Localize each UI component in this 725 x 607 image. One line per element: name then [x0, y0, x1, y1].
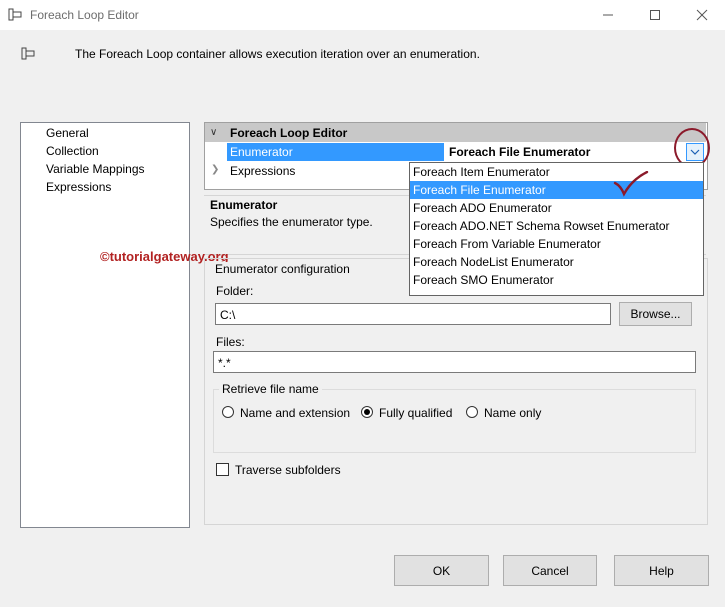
minimize-icon [603, 14, 613, 16]
window-title: Foreach Loop Editor [30, 8, 139, 22]
enumerator-label: Enumerator [230, 145, 293, 159]
header-description: The Foreach Loop container allows execut… [75, 47, 480, 61]
ok-button[interactable]: OK [394, 555, 489, 586]
nav-item-collection[interactable]: Collection [46, 144, 99, 158]
enumerator-property-name[interactable]: Enumerator [227, 143, 444, 161]
retrieve-file-name-legend: Retrieve file name [219, 382, 322, 396]
traverse-subfolders-checkbox[interactable] [216, 463, 229, 476]
files-label: Files: [216, 335, 245, 349]
configuration-legend: Enumerator configuration [213, 262, 352, 276]
files-input[interactable]: *.* [213, 351, 696, 373]
retrieve-file-name-group [213, 389, 696, 453]
close-icon [696, 9, 708, 21]
radio-label-fully-qualified[interactable]: Fully qualified [379, 406, 452, 420]
minimize-button[interactable] [585, 0, 631, 30]
maximize-icon [650, 10, 660, 20]
chevron-down-icon[interactable]: ∨ [210, 127, 217, 138]
dropdown-option[interactable]: Foreach ADO Enumerator [410, 199, 703, 217]
dropdown-option[interactable]: Foreach Item Enumerator [410, 163, 703, 181]
grid-category-label: Foreach Loop Editor [230, 126, 348, 140]
help-button[interactable]: Help [614, 555, 709, 586]
maximize-button[interactable] [632, 0, 678, 30]
foreach-loop-icon [8, 8, 22, 21]
description-title: Enumerator [210, 198, 278, 212]
annotation-check-icon [613, 171, 649, 197]
dropdown-option[interactable]: Foreach NodeList Enumerator [410, 253, 703, 271]
dropdown-option[interactable]: Foreach From Variable Enumerator [410, 235, 703, 253]
foreach-loop-icon [21, 47, 35, 60]
radio-name-and-extension[interactable] [222, 406, 234, 418]
nav-item-variable-mappings[interactable]: Variable Mappings [46, 162, 145, 176]
radio-fully-qualified[interactable] [361, 406, 373, 418]
folder-input[interactable]: C:\ [215, 303, 611, 325]
radio-label-name-only[interactable]: Name only [484, 406, 541, 420]
page-navigation: General Collection Variable Mappings Exp… [20, 122, 190, 528]
nav-item-general[interactable]: General [46, 126, 89, 140]
expressions-label: Expressions [230, 164, 296, 178]
enumerator-property-value[interactable]: Foreach File Enumerator [445, 143, 684, 161]
chevron-right-icon[interactable]: ❯ [211, 164, 219, 175]
dropdown-option-selected[interactable]: Foreach File Enumerator [410, 181, 703, 199]
dropdown-option[interactable]: Foreach ADO.NET Schema Rowset Enumerator [410, 217, 703, 235]
enumerator-value: Foreach File Enumerator [449, 145, 591, 159]
cancel-button[interactable]: Cancel [503, 555, 597, 586]
nav-item-expressions[interactable]: Expressions [46, 180, 111, 194]
radio-name-only[interactable] [466, 406, 478, 418]
browse-button[interactable]: Browse... [619, 302, 692, 326]
dropdown-option[interactable]: Foreach SMO Enumerator [410, 271, 703, 289]
folder-label: Folder: [216, 284, 254, 298]
traverse-subfolders-label[interactable]: Traverse subfolders [235, 463, 341, 477]
description-text: Specifies the enumerator type. [210, 215, 373, 229]
radio-label-name-and-extension[interactable]: Name and extension [240, 406, 350, 420]
close-button[interactable] [679, 0, 725, 30]
